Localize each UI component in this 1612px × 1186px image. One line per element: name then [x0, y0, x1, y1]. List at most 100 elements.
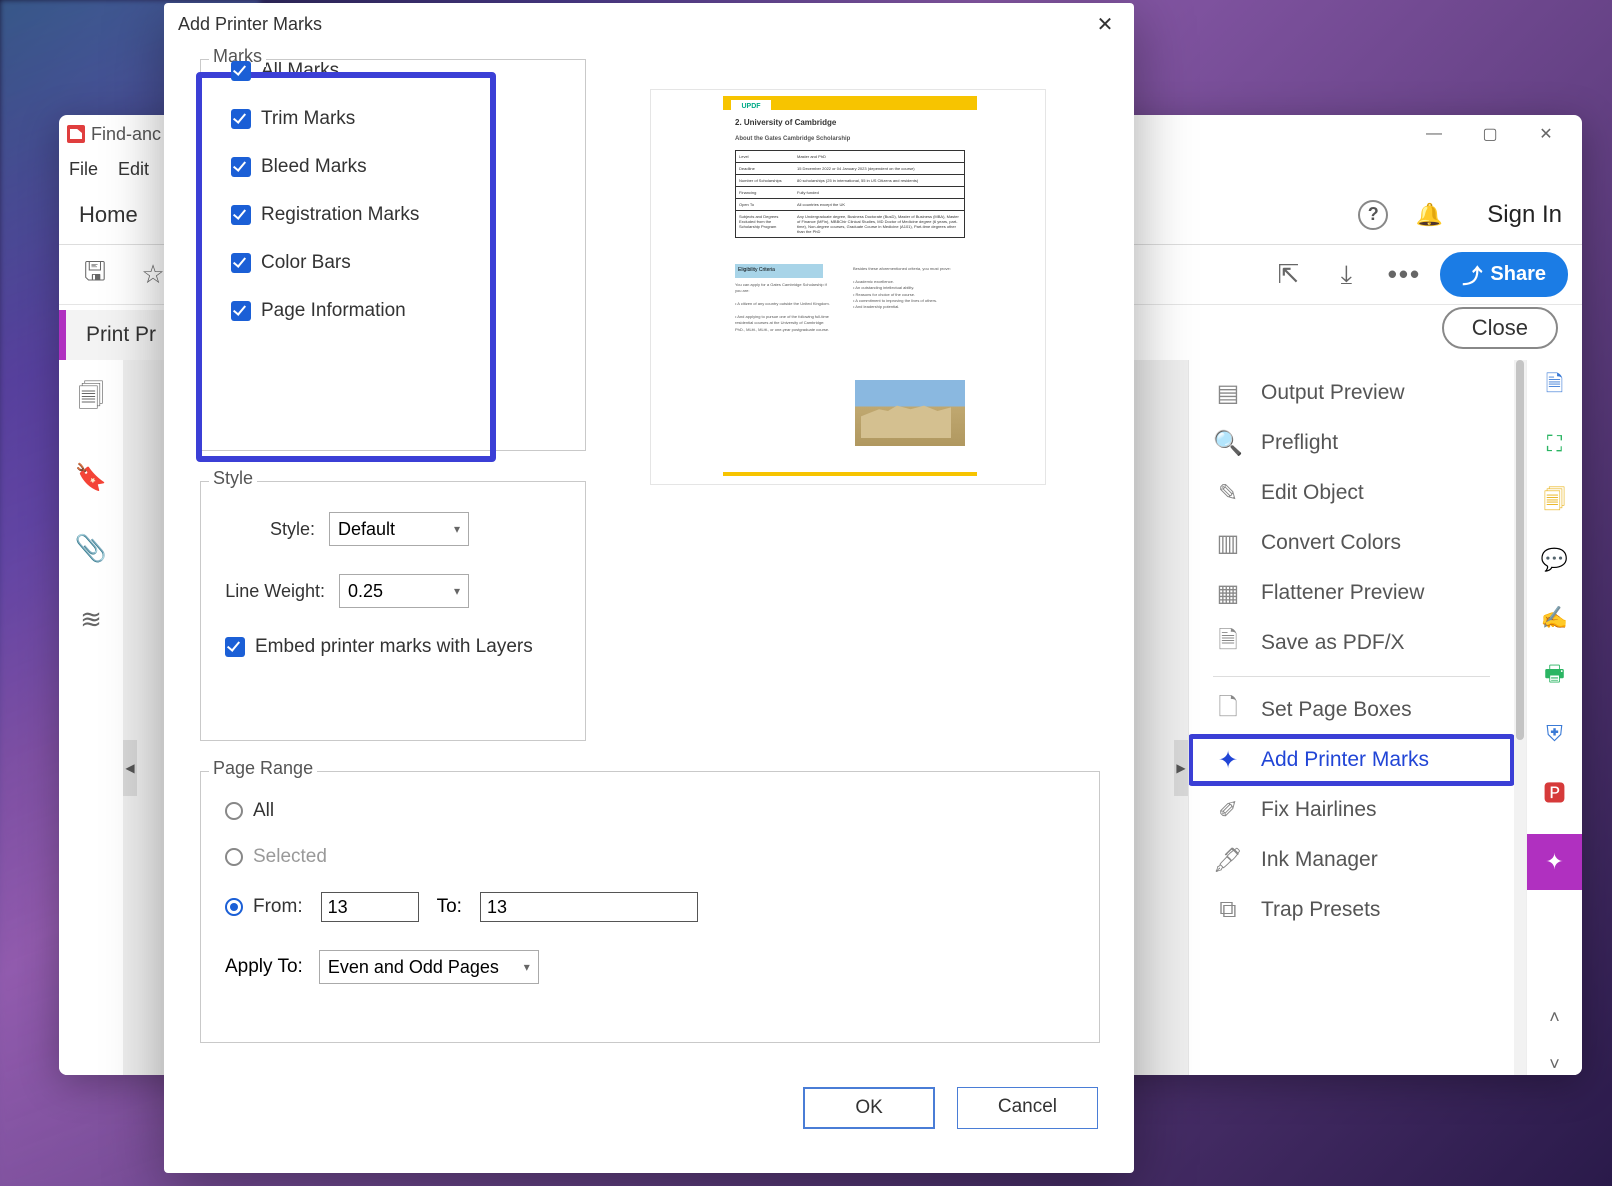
apply-to-label: Apply To: [225, 956, 303, 978]
style-fieldset: Style Style: Default▾ Line Weight: 0.25▾… [200, 481, 586, 741]
rail-crop-icon[interactable]: ⛶ [1539, 428, 1571, 460]
window-close-button[interactable]: ✕ [1518, 115, 1574, 153]
tool-label: Convert Colors [1261, 531, 1401, 555]
tool-icon: 🔍 [1213, 428, 1243, 458]
rail-sign-icon[interactable]: ✍ [1539, 602, 1571, 634]
minimize-button[interactable]: — [1406, 115, 1462, 153]
color-bars-checkbox-row[interactable]: Color Bars [231, 252, 585, 274]
tool-item-flattener-preview[interactable]: ▦Flattener Preview [1189, 568, 1514, 618]
to-input[interactable] [480, 892, 698, 922]
from-input[interactable] [321, 892, 419, 922]
checkbox-icon [231, 301, 251, 321]
checkbox-icon [225, 637, 245, 657]
attachment-icon[interactable]: 📎 [75, 533, 107, 564]
rail-shield-icon[interactable]: ⛨ [1539, 718, 1571, 750]
tool-icon: ▥ [1213, 528, 1243, 558]
registration-marks-checkbox-row[interactable]: Registration Marks [231, 204, 585, 226]
layers-icon[interactable]: ≋ [80, 604, 102, 635]
style-label: Style: [225, 519, 315, 540]
help-button[interactable]: ? [1353, 195, 1393, 235]
tool-label: Add Printer Marks [1261, 748, 1429, 772]
rail-page-icon[interactable]: 🗐 [1539, 486, 1571, 518]
print-production-tab[interactable]: Print Pr [66, 310, 176, 360]
export-icon[interactable]: ⇱ [1266, 253, 1310, 297]
rail-pdf-icon[interactable]: 🅿 [1539, 776, 1571, 808]
scrollbar[interactable] [1514, 360, 1526, 1075]
tool-icon: ✦ [1213, 745, 1243, 775]
share-button[interactable]: ⤴Share [1440, 252, 1568, 297]
rail-export-icon[interactable]: 🗎 [1539, 370, 1571, 402]
more-icon[interactable]: ••• [1382, 253, 1426, 297]
page-range-fieldset: Page Range All Selected From: To: Apply … [200, 771, 1100, 1043]
collapse-left-handle[interactable]: ◀ [123, 740, 137, 796]
tool-label: Output Preview [1261, 381, 1405, 405]
collapse-right-handle[interactable]: ▶ [1174, 740, 1188, 796]
rail-comment-icon[interactable]: 💬 [1539, 544, 1571, 576]
rail-print-icon[interactable]: 🖶 [1539, 660, 1571, 692]
maximize-button[interactable]: ▢ [1462, 115, 1518, 153]
bookmark-icon[interactable]: 🔖 [75, 462, 107, 493]
active-tab-indicator [59, 310, 66, 360]
cancel-button[interactable]: Cancel [957, 1087, 1098, 1129]
checkbox-icon [231, 157, 251, 177]
download-icon[interactable]: ⤓ [1324, 253, 1368, 297]
tool-item-convert-colors[interactable]: ▥ Convert Colors [1189, 518, 1514, 568]
chevron-down-icon: ▾ [524, 960, 530, 974]
line-weight-select[interactable]: 0.25▾ [339, 574, 469, 608]
scroll-thumb[interactable] [1516, 360, 1524, 740]
far-rail: 🗎 ⛶ 🗐 💬 ✍ 🖶 ⛨ 🅿 ✦ ˄ ˅ [1526, 360, 1582, 1075]
style-select[interactable]: Default▾ [329, 512, 469, 546]
dialog-title: Add Printer Marks [178, 14, 322, 35]
ok-button[interactable]: OK [803, 1087, 934, 1129]
menu-edit[interactable]: Edit [118, 159, 149, 180]
dialog-close-button[interactable]: ✕ [1090, 12, 1120, 37]
page-info-checkbox-row[interactable]: Page Information [231, 300, 585, 322]
bell-icon[interactable]: 🔔 [1409, 195, 1449, 235]
page-preview: UPDF 2. University of Cambridge About th… [650, 89, 1046, 485]
bleed-marks-checkbox-row[interactable]: Bleed Marks [231, 156, 585, 178]
tool-icon: ⧉ [1213, 895, 1243, 925]
tool-item-output-preview[interactable]: ▤ Output Preview [1189, 368, 1514, 418]
tool-label: Preflight [1261, 431, 1338, 455]
all-marks-checkbox-row[interactable]: All Marks [231, 60, 585, 82]
rail-active-icon[interactable]: ✦ [1527, 834, 1583, 890]
right-panel: ▤ Output Preview 🔍 Preflight ✎Edit Object ▥ Co… [1188, 360, 1526, 1075]
chevron-down-icon: ▾ [454, 522, 460, 536]
tool-label: Trap Presets [1261, 898, 1380, 922]
marks-fieldset: Marks All Marks Trim Marks Bleed Marks R… [200, 59, 586, 451]
range-selected-radio: Selected [225, 846, 1075, 868]
window-title: Find-anc [91, 124, 161, 145]
embed-layers-checkbox-row[interactable]: Embed printer marks with Layers [225, 636, 561, 658]
add-printer-marks-dialog: Add Printer Marks ✕ Marks All Marks Trim… [164, 3, 1134, 1173]
tool-item-trap-presets[interactable]: ⧉ Trap Presets [1189, 885, 1514, 935]
tool-icon: ▤ [1213, 378, 1243, 408]
tool-item-save-as-pdf-x[interactable]: 🗎 Save as PDF/X [1189, 618, 1514, 668]
tool-item-fix-hairlines[interactable]: ✐Fix Hairlines [1189, 785, 1514, 835]
page-range-legend: Page Range [209, 758, 317, 779]
tools-list: ▤ Output Preview 🔍 Preflight ✎Edit Object ▥ Co… [1189, 360, 1514, 1075]
signin-button[interactable]: Sign In [1487, 201, 1562, 229]
home-button[interactable]: Home [79, 202, 138, 228]
rail-up-icon[interactable]: ˄ [1549, 1007, 1560, 1028]
trim-marks-checkbox-row[interactable]: Trim Marks [231, 108, 585, 130]
radio-icon [225, 802, 243, 820]
range-from-radio[interactable]: From: [225, 896, 303, 918]
checkbox-icon [231, 253, 251, 273]
apply-to-select[interactable]: Even and Odd Pages▾ [319, 950, 539, 984]
preview-image [855, 380, 965, 446]
tool-item-set-page-boxes[interactable]: 🗋Set Page Boxes [1189, 685, 1514, 735]
tool-label: Fix Hairlines [1261, 798, 1377, 822]
tool-label: Save as PDF/X [1261, 631, 1405, 655]
menu-file[interactable]: File [69, 159, 98, 180]
range-all-radio[interactable]: All [225, 800, 1075, 822]
preview-heading: 2. University of Cambridge [735, 118, 836, 127]
tool-item-add-printer-marks[interactable]: ✦ Add Printer Marks [1189, 735, 1514, 785]
close-panel-button[interactable]: Close [1442, 307, 1558, 349]
rail-down-icon[interactable]: ˅ [1549, 1054, 1560, 1075]
tool-item-preflight[interactable]: 🔍 Preflight [1189, 418, 1514, 468]
tool-item-ink-manager[interactable]: 🖋Ink Manager [1189, 835, 1514, 885]
save-icon[interactable]: 🖫 [73, 253, 117, 297]
pages-icon[interactable]: 🗐 [78, 378, 104, 422]
tool-icon: 🗎 [1213, 628, 1243, 658]
tool-item-edit-object[interactable]: ✎Edit Object [1189, 468, 1514, 518]
